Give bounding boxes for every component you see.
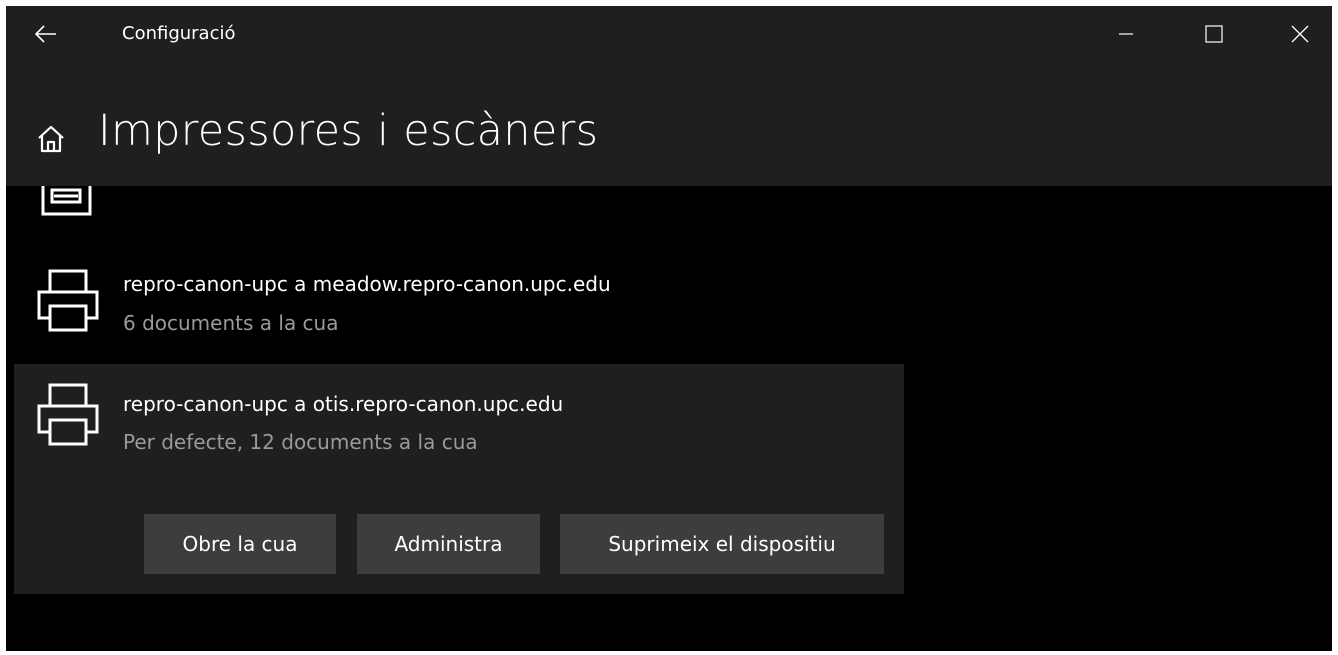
printer-name: repro-canon-upc a otis.repro-canon.upc.e… (123, 392, 564, 416)
printer-name: repro-canon-upc a meadow.repro-canon.upc… (123, 272, 611, 296)
title-bar: Configuració (6, 6, 1332, 62)
printer-status: Per defecte, 12 documents a la cua (123, 430, 478, 454)
printer-item-meadow[interactable]: repro-canon-upc a meadow.repro-canon.upc… (14, 254, 904, 350)
maximize-icon (1205, 25, 1223, 43)
minimize-button[interactable] (1082, 6, 1170, 62)
page-title: Impressores i escàners (98, 106, 599, 156)
back-arrow-icon (35, 25, 56, 43)
app-title: Configuració (122, 23, 236, 44)
printer-status: 6 documents a la cua (123, 311, 339, 335)
close-button[interactable] (1256, 6, 1338, 62)
home-button[interactable] (34, 122, 68, 156)
back-button[interactable] (22, 12, 70, 56)
partial-device-icon (40, 186, 96, 218)
close-icon (1291, 25, 1309, 43)
page-header: Impressores i escàners (6, 62, 1332, 186)
minimize-icon (1119, 33, 1133, 35)
maximize-button[interactable] (1170, 6, 1258, 62)
printer-item-otis[interactable]: repro-canon-upc a otis.repro-canon.upc.e… (14, 364, 904, 594)
printer-icon (37, 383, 99, 446)
printer-icon (37, 269, 99, 332)
manage-button[interactable]: Administra (357, 514, 540, 574)
remove-device-button[interactable]: Suprimeix el dispositiu (560, 514, 884, 574)
home-icon (38, 125, 64, 153)
open-queue-button[interactable]: Obre la cua (144, 514, 336, 574)
